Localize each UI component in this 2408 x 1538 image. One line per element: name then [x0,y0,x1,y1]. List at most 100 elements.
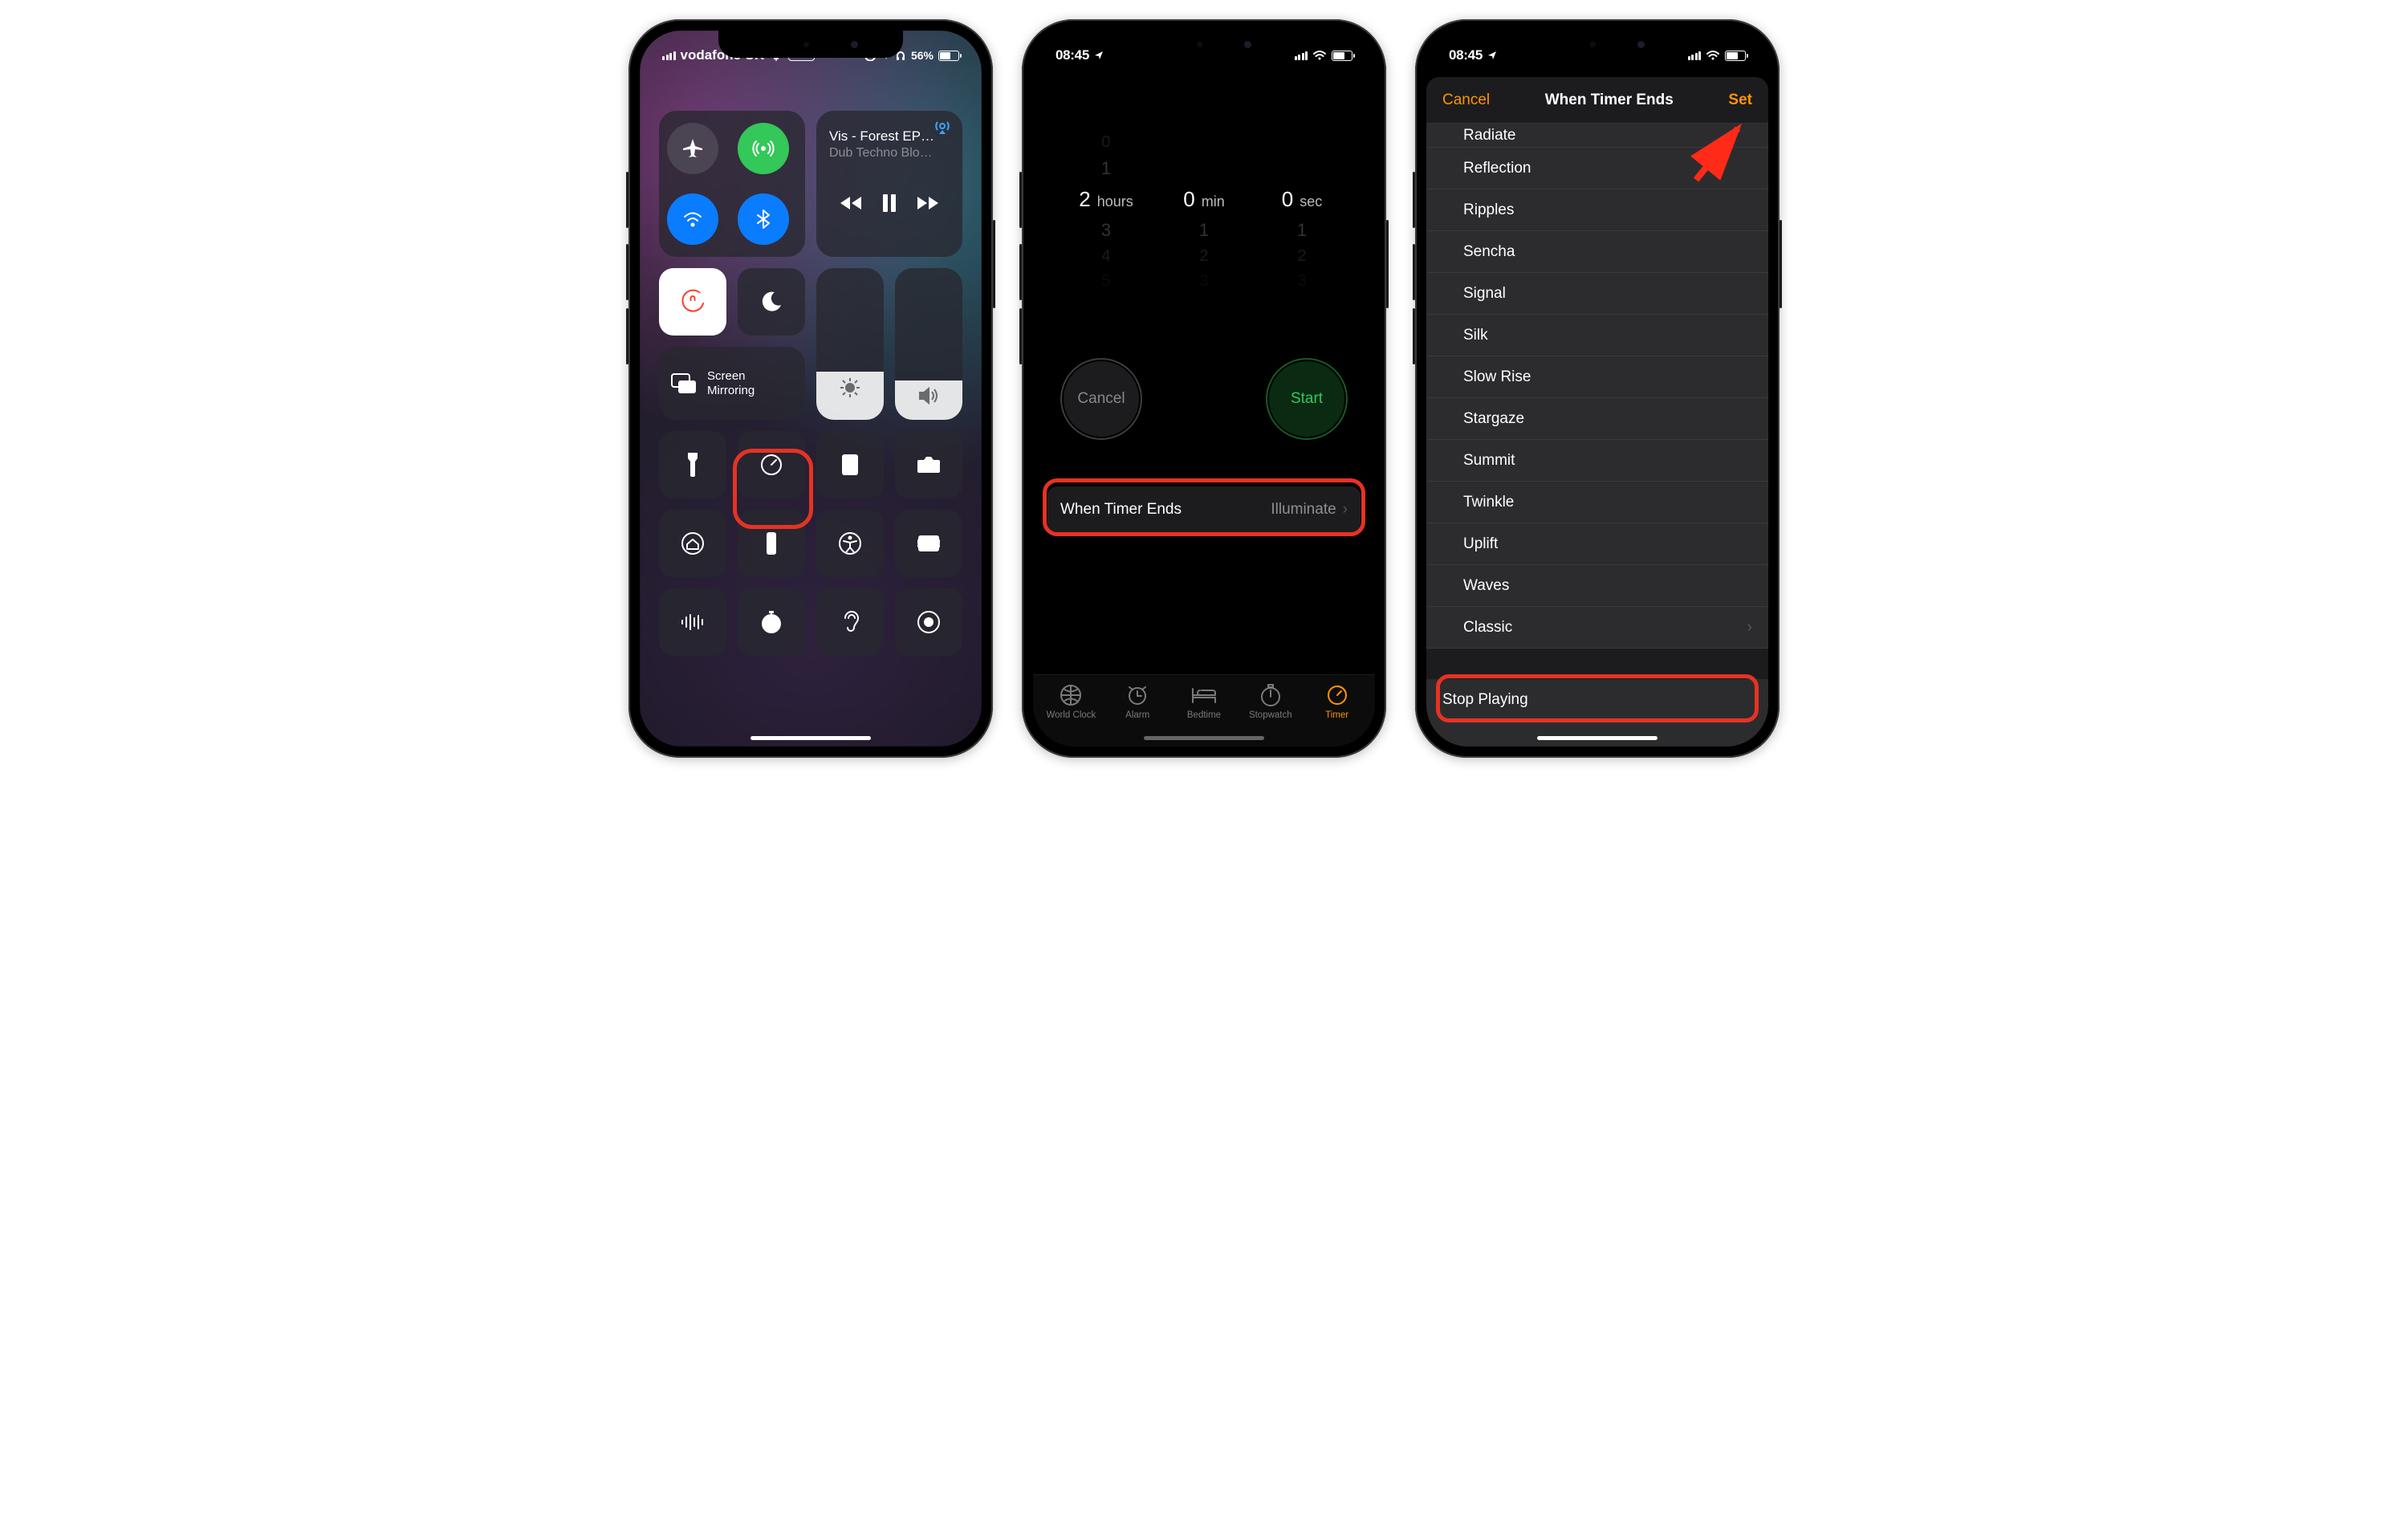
start-button[interactable]: Start [1269,361,1344,437]
sound-row-reflection[interactable]: Reflection [1426,148,1768,189]
airplane-icon [681,136,705,161]
stopwatch-button[interactable] [738,588,805,656]
picker-hours[interactable]: 0 1 2hours 3 4 5 [1062,127,1150,297]
calculator-button[interactable] [816,431,884,498]
flashlight-button[interactable] [659,431,726,498]
picker-seconds[interactable]: 0sec 1 2 3 [1258,127,1346,297]
location-icon [1487,51,1497,60]
sound-row-summit[interactable]: Summit [1426,440,1768,482]
record-button[interactable] [895,588,962,656]
sound-row-stargaze[interactable]: Stargaze [1426,398,1768,440]
wallet-button[interactable] [895,510,962,577]
tab-world-clock[interactable]: World Clock [1038,683,1104,720]
control-center-grid: Vis - Forest EP… Dub Techno Blo… [640,31,982,747]
remote-button[interactable] [738,510,805,577]
sound-row-silk[interactable]: Silk [1426,315,1768,356]
now-playing-module[interactable]: Vis - Forest EP… Dub Techno Blo… [816,111,962,257]
moon-icon [759,289,784,315]
calculator-icon [840,453,860,477]
timer-icon [759,452,784,478]
bed-icon [1190,685,1218,706]
camera-icon [916,454,942,475]
tab-alarm[interactable]: Alarm [1104,683,1171,720]
orientation-lock-icon [678,287,707,316]
stopwatch-icon [759,609,783,635]
do-not-disturb-button[interactable] [738,268,805,336]
sound-row-waves[interactable]: Waves [1426,565,1768,607]
phone-2: 08:45 0 1 2hours 3 4 5 [1022,19,1386,758]
accessibility-button[interactable] [816,510,884,577]
connectivity-module [659,111,805,257]
tab-timer[interactable]: Timer [1304,683,1370,720]
sound-row-uplift[interactable]: Uplift [1426,523,1768,565]
brightness-slider[interactable] [816,268,884,420]
home-indicator[interactable] [750,736,871,740]
battery-icon [938,51,959,61]
sound-row-slow-rise[interactable]: Slow Rise [1426,356,1768,398]
airplane-toggle[interactable] [667,123,718,174]
airplay-icon[interactable] [934,119,951,139]
audio-recognition-button[interactable] [659,588,726,656]
sheet-title: When Timer Ends [1545,92,1674,109]
cellular-bars-icon [1295,51,1308,60]
tab-bedtime[interactable]: Bedtime [1171,683,1238,720]
pause-button[interactable] [881,193,898,214]
when-timer-ends-label: When Timer Ends [1060,501,1271,519]
home-indicator[interactable] [1144,736,1264,740]
tab-stopwatch[interactable]: Stopwatch [1237,683,1304,720]
hearing-button[interactable] [816,588,884,656]
set-button[interactable]: Set [1728,92,1752,109]
timer-button[interactable] [738,431,805,498]
cancel-button[interactable]: Cancel [1442,92,1490,109]
previous-button[interactable] [837,193,864,213]
battery-icon [1725,51,1746,61]
volume-slider[interactable] [895,268,962,420]
orientation-lock-button[interactable] [659,268,726,336]
brightness-icon [839,376,861,399]
when-timer-ends-row[interactable]: When Timer Ends Illuminate › [1047,486,1361,533]
flashlight-icon [685,451,701,478]
picker-minutes[interactable]: 0min 1 2 3 [1160,127,1248,297]
ear-icon [840,608,860,636]
globe-icon [1059,683,1083,707]
cancel-button[interactable]: Cancel [1064,361,1139,437]
wifi-icon [1312,50,1327,61]
battery-icon [1332,51,1352,61]
time-picker[interactable]: 0 1 2hours 3 4 5 0min 1 2 3 0sec [1033,31,1375,313]
bluetooth-toggle[interactable] [738,193,789,245]
camera-button[interactable] [895,431,962,498]
wifi-icon [1706,50,1720,61]
sound-list[interactable]: Radiate Reflection Ripples Sencha Signal… [1426,124,1768,747]
bluetooth-icon [751,207,775,231]
sound-sheet: Cancel When Timer Ends Set Radiate Refle… [1426,77,1768,747]
chevron-right-icon: › [1343,501,1348,519]
status-time: 08:45 [1056,47,1089,63]
home-indicator[interactable] [1537,736,1658,740]
sound-row-sencha[interactable]: Sencha [1426,231,1768,273]
screen-mirror-icon [670,372,698,395]
cellular-toggle[interactable] [738,123,789,174]
screen-mirroring-button[interactable]: Screen Mirroring [659,347,805,420]
notch [1112,31,1296,58]
remote-icon [765,531,778,556]
timer-screen: 08:45 0 1 2hours 3 4 5 [1033,31,1375,747]
home-button[interactable] [659,510,726,577]
stop-playing-row[interactable]: Stop Playing [1426,679,1768,721]
sound-row-twinkle[interactable]: Twinkle [1426,482,1768,523]
chevron-right-icon: › [1747,619,1752,637]
playback-controls [829,161,950,246]
battery-pct: 56% [911,49,934,62]
track-subtitle: Dub Techno Blo… [829,146,933,161]
next-button[interactable] [914,193,942,213]
antenna-icon [751,136,775,161]
sound-row-ripples[interactable]: Ripples [1426,189,1768,231]
when-ends-sheet-screen: 08:45 Cancel When Timer Ends Set Radiate… [1426,31,1768,747]
location-icon [1094,51,1104,60]
sound-row-classic[interactable]: Classic› [1426,607,1768,649]
sound-row-signal[interactable]: Signal [1426,273,1768,315]
sound-row-radiate[interactable]: Radiate [1426,124,1768,148]
when-timer-ends-value: Illuminate [1271,501,1336,519]
stopwatch-icon [1259,683,1282,707]
track-title: Vis - Forest EP… [829,128,934,144]
wifi-toggle[interactable] [667,193,718,245]
